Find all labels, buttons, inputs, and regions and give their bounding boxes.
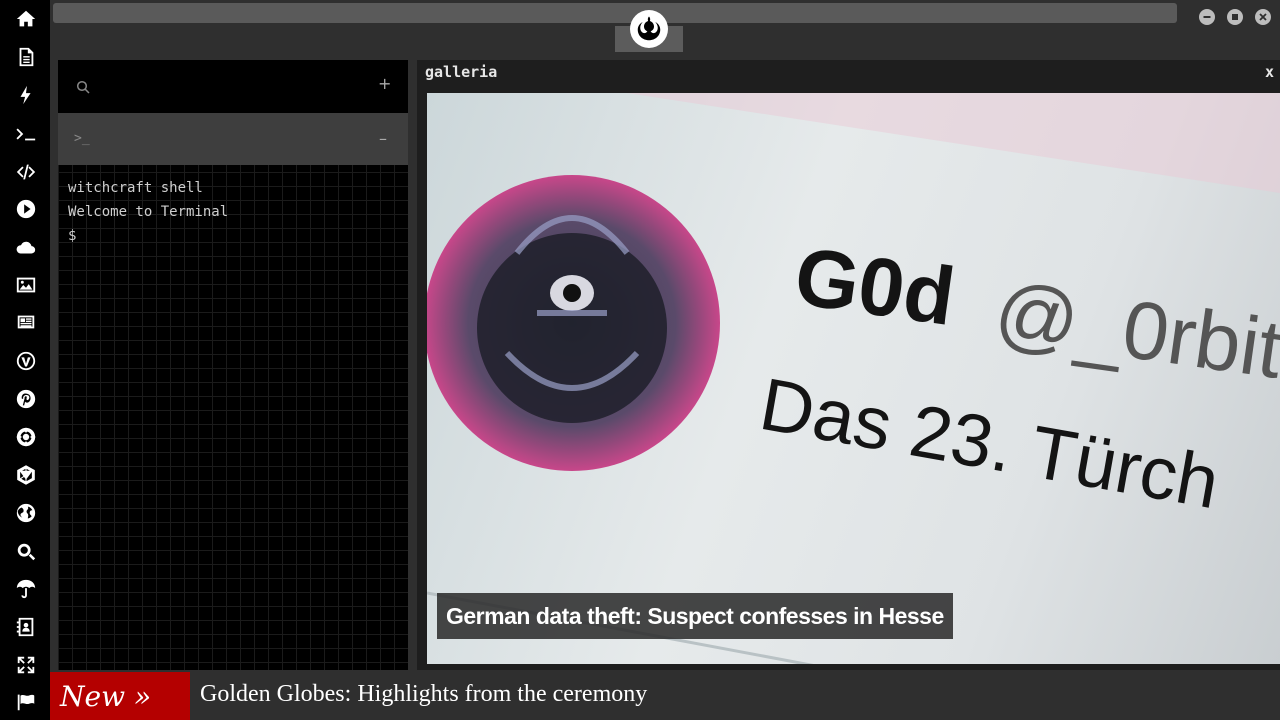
minimize-terminal-button[interactable]: – <box>379 129 387 148</box>
news-icon[interactable] <box>13 309 39 335</box>
close-galleria-button[interactable]: x <box>1265 63 1274 81</box>
home-icon[interactable] <box>13 6 39 32</box>
minimize-window-button[interactable] <box>1199 9 1215 25</box>
terminal-panel: + >_ – witchcraft shell Welcome to Termi… <box>58 60 408 670</box>
play-icon[interactable] <box>13 196 39 222</box>
image-handle-text: @_0rbit <box>989 266 1280 396</box>
ticker-badge: New » <box>50 672 190 720</box>
maximize-window-button[interactable] <box>1227 9 1243 25</box>
document-icon[interactable] <box>13 44 39 70</box>
top-bar <box>50 0 1280 52</box>
galleria-window: galleria x G0d @_0rbit Das 23. Türch Ger… <box>417 60 1280 670</box>
expand-icon[interactable] <box>13 652 39 678</box>
settings-icon[interactable] <box>13 424 39 450</box>
news-ticker: New » Golden Globes: Highlights from the… <box>50 672 1280 720</box>
code-icon[interactable] <box>13 159 39 185</box>
terminal-search-row: + <box>58 60 408 113</box>
close-window-button[interactable] <box>1255 9 1271 25</box>
app-dock <box>0 0 50 720</box>
ticker-headline[interactable]: Golden Globes: Highlights from the cerem… <box>200 681 647 708</box>
network-icon[interactable] <box>13 462 39 488</box>
gallery-caption[interactable]: German data theft: Suspect confesses in … <box>437 593 953 639</box>
umbrella-icon[interactable] <box>13 576 39 602</box>
logo-tab[interactable] <box>615 0 683 52</box>
window-title: galleria <box>425 63 498 81</box>
globe-icon[interactable] <box>13 500 39 526</box>
terminal-output[interactable]: witchcraft shell Welcome to Terminal $ <box>68 176 398 248</box>
search-icon[interactable] <box>76 80 90 94</box>
flag-icon[interactable] <box>13 689 39 715</box>
terminal-line: witchcraft shell <box>68 180 203 196</box>
terminal-tab[interactable]: >_ – <box>58 113 408 165</box>
prompt-icon: >_ <box>74 131 90 146</box>
image-line2-text: Das 23. Türch <box>754 362 1225 524</box>
terminal-icon[interactable] <box>13 121 39 147</box>
terminal-prompt: $ <box>68 228 77 244</box>
news-photo: G0d @_0rbit Das 23. Türch <box>427 93 1280 664</box>
cloud-icon[interactable] <box>13 235 39 261</box>
image-name-text: G0d <box>789 231 960 343</box>
image-icon[interactable] <box>13 272 39 298</box>
wordpress-icon[interactable] <box>13 348 39 374</box>
rebel-alliance-logo-icon <box>630 10 668 48</box>
terminal-line: Welcome to Terminal <box>68 204 229 220</box>
add-terminal-button[interactable]: + <box>378 74 391 93</box>
pinterest-icon[interactable] <box>13 386 39 412</box>
gallery-image[interactable]: G0d @_0rbit Das 23. Türch German data th… <box>427 93 1280 664</box>
bolt-icon[interactable] <box>13 82 39 108</box>
search-icon[interactable] <box>13 539 39 565</box>
contacts-icon[interactable] <box>13 614 39 640</box>
